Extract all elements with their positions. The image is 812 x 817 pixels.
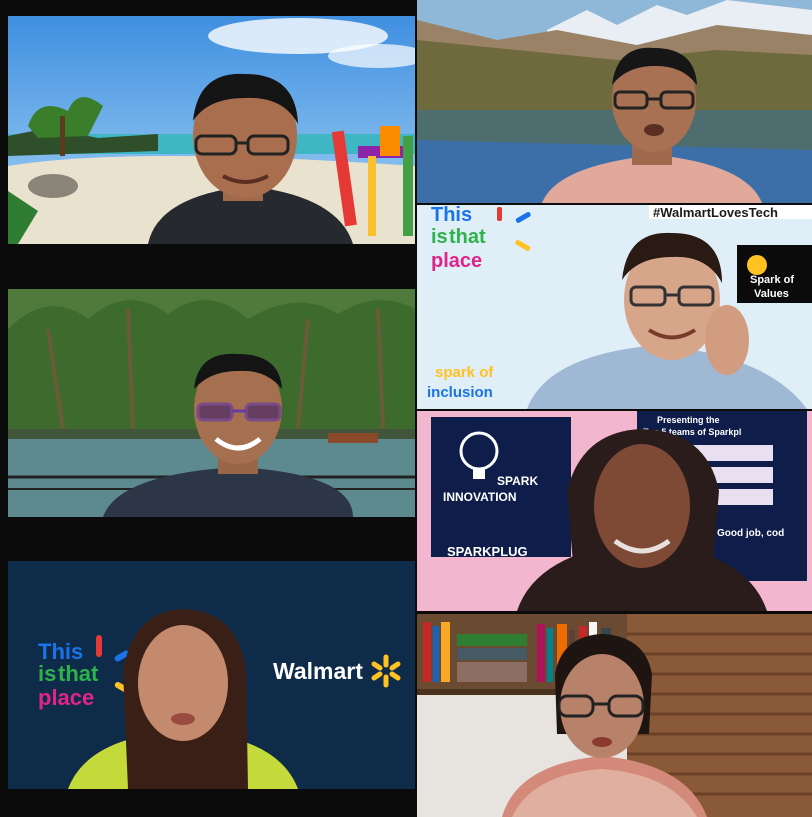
participant-tile-7[interactable]	[417, 614, 812, 817]
brand-line-is: is	[431, 226, 448, 248]
svg-text:Walmart: Walmart	[273, 658, 363, 684]
brand-line-this: This	[431, 205, 472, 226]
poster-innovation-text: INNOVATION	[443, 490, 517, 504]
poster-good-job-text: Good job, cod	[717, 528, 784, 539]
participant-tile-1[interactable]	[8, 16, 415, 244]
poster-spark-text: SPARK	[497, 474, 538, 488]
spark-of-values-logo: Spark of Values	[737, 245, 812, 303]
svg-text:Spark of: Spark of	[750, 274, 794, 286]
brand-line-place: place	[38, 685, 94, 710]
mountain-lake-background	[417, 0, 812, 203]
brand-line-is: is	[38, 661, 56, 686]
participant-tile-6[interactable]: This is that place Walmart	[8, 561, 415, 789]
walmart-branding-background: This is that place Walmart	[8, 561, 415, 789]
branding-background: #WalmartLovesTech This is that place Spa…	[417, 205, 812, 409]
beach-background	[8, 16, 415, 244]
svg-text:Values: Values	[754, 288, 789, 300]
brand-line-that: that	[449, 226, 486, 248]
hashtag-text: #WalmartLovesTech	[653, 205, 778, 220]
poster-sparkplug-text: SPARKPLUG	[447, 544, 528, 559]
brand-line-place: place	[431, 250, 482, 272]
participant-tile-4[interactable]	[8, 289, 415, 517]
poster-presenting-text: Presenting the	[657, 415, 720, 425]
participant-tile-5[interactable]: SPARK INNOVATION SPARKPLUG Presenting th…	[417, 411, 812, 611]
innovation-poster-background: SPARK INNOVATION SPARKPLUG Presenting th…	[417, 411, 812, 611]
svg-text:spark of: spark of	[435, 364, 494, 381]
participant-tile-2[interactable]	[417, 0, 812, 203]
bookshelf-background	[417, 614, 812, 817]
participant-tile-3[interactable]: #WalmartLovesTech This is that place Spa…	[417, 205, 812, 409]
brand-line-that: that	[58, 661, 99, 686]
palm-lagoon-background	[8, 289, 415, 517]
svg-text:inclusion: inclusion	[427, 384, 493, 401]
